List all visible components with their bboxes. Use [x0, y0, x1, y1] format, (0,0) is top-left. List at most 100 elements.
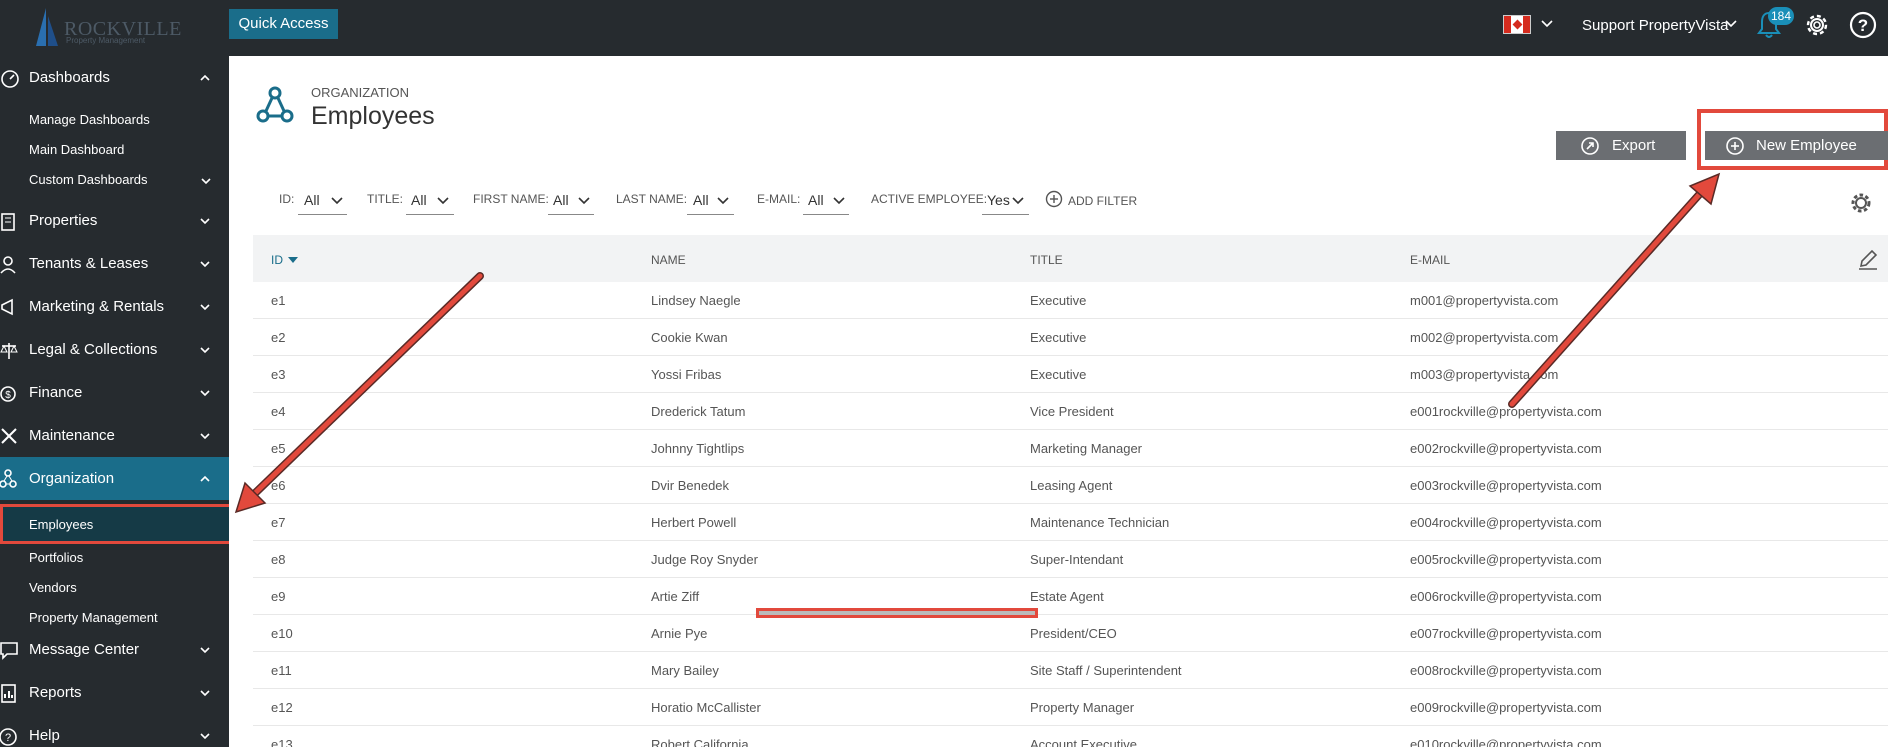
cell-id: e7: [271, 515, 286, 530]
sidebar-item-reports[interactable]: Reports: [0, 673, 229, 713]
cell-name: Herbert Powell: [651, 515, 737, 530]
cell-name: Dvir Benedek: [651, 478, 730, 493]
building-icon: [1, 213, 15, 231]
gear-icon[interactable]: [1802, 10, 1832, 40]
sidebar: Dashboards Manage Dashboards Main Dashbo…: [0, 56, 229, 747]
table-row[interactable]: e5 Johnny Tightlips Marketing Manager e0…: [253, 430, 1888, 467]
chevron-down-icon: [1012, 197, 1024, 205]
cell-id: e8: [271, 552, 286, 567]
sidebar-item-label: Employees: [29, 517, 94, 532]
megaphone-icon: [1, 298, 13, 316]
filter-value: All: [553, 192, 569, 208]
sidebar-item-tenants[interactable]: Tenants & Leases: [0, 244, 229, 284]
sidebar-item-main-dashboard[interactable]: Main Dashboard: [29, 142, 124, 157]
sidebar-item-property-management[interactable]: Property Management: [29, 610, 158, 625]
filter-label: ID:: [279, 192, 295, 206]
table-row[interactable]: e3 Yossi Fribas Executive m003@propertyv…: [253, 356, 1888, 393]
cell-email: e004rockville@propertyvista.com: [1410, 515, 1602, 530]
sidebar-item-custom-dashboards[interactable]: Custom Dashboards: [29, 172, 148, 187]
filter-active-employee[interactable]: ACTIVE EMPLOYEE: Yes: [871, 192, 1029, 215]
sidebar-item-finance[interactable]: $ Finance: [0, 373, 229, 413]
logo-mark-icon: [36, 8, 58, 46]
sidebar-item-properties[interactable]: Properties: [0, 201, 229, 241]
chevron-down-icon: [437, 197, 449, 205]
sidebar-item-vendors[interactable]: Vendors: [29, 580, 77, 595]
filter-id[interactable]: ID: All: [279, 192, 347, 215]
scales-icon: [0, 343, 18, 359]
chevron-down-icon: [833, 197, 845, 205]
pencil-icon[interactable]: [1857, 248, 1879, 270]
sidebar-item-organization[interactable]: Organization: [0, 457, 229, 500]
help-icon[interactable]: ?: [1848, 10, 1878, 40]
cell-title: Vice President: [1030, 404, 1114, 419]
table-row[interactable]: e7 Herbert Powell Maintenance Technician…: [253, 504, 1888, 541]
sidebar-item-message-center[interactable]: Message Center: [0, 630, 229, 670]
column-header-name[interactable]: NAME: [651, 253, 686, 267]
sort-down-icon[interactable]: [288, 257, 298, 263]
chevron-down-icon: [200, 390, 210, 397]
column-header-title[interactable]: TITLE: [1030, 253, 1063, 267]
table-row[interactable]: e8 Judge Roy Snyder Super-Intendant e005…: [253, 541, 1888, 578]
sidebar-item-help[interactable]: ? Help: [0, 716, 229, 747]
annotation-bar: [756, 608, 1038, 618]
quick-access-button[interactable]: Quick Access: [229, 9, 338, 39]
cell-name: Mary Bailey: [651, 663, 719, 678]
coins-icon: $: [0, 386, 16, 402]
cell-title: Executive: [1030, 330, 1087, 345]
filter-email[interactable]: E-MAIL: All: [757, 192, 849, 215]
table-row[interactable]: e4 Drederick Tatum Vice President e001ro…: [253, 393, 1888, 430]
cell-id: e11: [271, 663, 292, 678]
chevron-down-icon: [200, 347, 210, 354]
new-employee-button[interactable]: New Employee: [1705, 131, 1888, 160]
export-button[interactable]: Export: [1556, 131, 1686, 160]
filter-value: All: [693, 192, 709, 208]
sidebar-item-maintenance[interactable]: Maintenance: [0, 416, 229, 456]
sidebar-item-legal[interactable]: Legal & Collections: [0, 330, 229, 370]
cell-id: e5: [271, 441, 286, 456]
chevron-down-icon[interactable]: [1724, 17, 1738, 31]
sidebar-item-employees[interactable]: Employees: [0, 504, 229, 544]
chevron-down-icon: [200, 433, 210, 440]
cell-title: Marketing Manager: [1030, 441, 1142, 456]
sidebar-item-manage-dashboards[interactable]: Manage Dashboards: [29, 112, 150, 127]
breadcrumb: ORGANIZATION: [311, 85, 409, 100]
filter-value: All: [304, 192, 320, 208]
chevron-down-icon[interactable]: [1540, 17, 1554, 31]
chevron-up-icon: [200, 475, 210, 482]
table-row[interactable]: e12 Horatio McCallister Property Manager…: [253, 689, 1888, 726]
filter-last-name[interactable]: LAST NAME: All: [616, 192, 734, 215]
table-row[interactable]: e1 Lindsey Naegle Executive m001@propert…: [253, 282, 1888, 319]
svg-text:?: ?: [1858, 16, 1868, 35]
column-header-id[interactable]: ID: [271, 253, 283, 267]
user-menu[interactable]: Support PropertyVista: [1582, 17, 1728, 34]
gear-icon[interactable]: [1849, 191, 1873, 215]
filter-first-name[interactable]: FIRST NAME: All: [473, 192, 594, 215]
dashboard-icon: [1, 70, 19, 88]
page-title: Employees: [311, 102, 435, 130]
canada-flag-icon[interactable]: [1503, 15, 1531, 34]
table-row[interactable]: e13 Robert California Account Executive …: [253, 726, 1888, 747]
cell-title: Leasing Agent: [1030, 478, 1113, 493]
table-row[interactable]: e6 Dvir Benedek Leasing Agent e003rockvi…: [253, 467, 1888, 504]
company-logo[interactable]: ROCKVILLE Property Management: [22, 4, 181, 46]
table-row[interactable]: e10 Arnie Pye President/CEO e007rockvill…: [253, 615, 1888, 652]
cell-title: Site Staff / Superintendent: [1030, 663, 1182, 678]
filter-title[interactable]: TITLE: All: [367, 192, 454, 215]
sidebar-item-marketing[interactable]: Marketing & Rentals: [0, 287, 229, 327]
message-icon: [0, 642, 18, 660]
chevron-down-icon: [200, 733, 210, 740]
plus-circle-icon: [1726, 137, 1744, 155]
table-row[interactable]: e9 Artie Ziff Estate Agent e006rockville…: [253, 578, 1888, 615]
sidebar-label: Properties: [29, 212, 98, 229]
chevron-down-icon[interactable]: [200, 176, 212, 186]
top-bar: ROCKVILLE Property Management Quick Acce…: [0, 0, 1888, 56]
filter-value: All: [808, 192, 824, 208]
column-header-email[interactable]: E-MAIL: [1410, 253, 1450, 267]
sidebar-item-dashboards[interactable]: Dashboards: [0, 58, 229, 98]
table-row[interactable]: e2 Cookie Kwan Executive m002@propertyvi…: [253, 319, 1888, 356]
cell-email: m002@propertyvista.com: [1410, 330, 1559, 345]
chevron-down-icon: [331, 197, 343, 205]
cell-name: Johnny Tightlips: [651, 441, 745, 456]
sidebar-item-portfolios[interactable]: Portfolios: [29, 550, 83, 565]
table-row[interactable]: e11 Mary Bailey Site Staff / Superintend…: [253, 652, 1888, 689]
